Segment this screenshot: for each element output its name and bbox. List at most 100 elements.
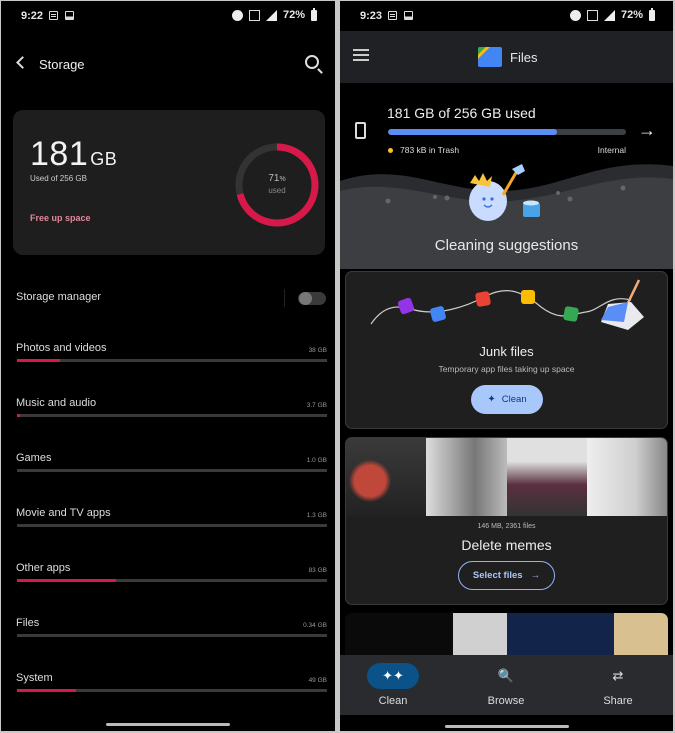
- phone-device-icon: [355, 122, 366, 139]
- meme-thumbnail[interactable]: [346, 438, 427, 516]
- hamburger-menu-icon[interactable]: [353, 49, 369, 51]
- category-size: 38 GB: [308, 347, 327, 354]
- storage-manager-label: Storage manager: [16, 291, 101, 303]
- select-files-button[interactable]: Select files →: [458, 561, 555, 590]
- mascot-body: [469, 181, 507, 221]
- category-label: Photos and videos: [16, 342, 107, 354]
- category-usage-bar: [17, 579, 327, 582]
- category-label: Other apps: [16, 562, 71, 574]
- junk-files-title: Junk files: [479, 344, 534, 359]
- ring-percent-sign: %: [279, 176, 286, 183]
- storage-category-row[interactable]: Photos and videos 38 GB: [1, 342, 335, 372]
- category-label: Music and audio: [16, 397, 97, 409]
- junk-illustration: [370, 279, 644, 330]
- category-size: 3.7 GB: [306, 402, 327, 409]
- note-file-icon: [521, 290, 535, 304]
- storage-settings-screen: 9:22 72% Storage 181 GB Used of 256 GB Fr…: [1, 1, 335, 731]
- category-size: 0.34 GB: [303, 622, 327, 629]
- category-usage-fill: [17, 689, 76, 692]
- signal-icon: [265, 9, 277, 21]
- back-arrow-icon[interactable]: [16, 56, 29, 69]
- files-app-bar: Files: [340, 31, 673, 83]
- category-usage-bar: [17, 469, 327, 472]
- delete-memes-title: Delete memes: [461, 537, 552, 553]
- storage-category-row[interactable]: Games 1.0 GB: [1, 452, 335, 482]
- image-file-icon: [475, 291, 491, 307]
- ring-used-label: used: [268, 186, 286, 195]
- storage-category-row[interactable]: Other apps 83 GB: [1, 562, 335, 592]
- trash-size: 783 kB in Trash: [400, 145, 460, 155]
- nav-clean-label: Clean: [378, 695, 408, 707]
- sparkle-icon: ✦✦: [367, 663, 419, 689]
- battery-icon: [649, 7, 655, 21]
- category-usage-bar: [17, 689, 327, 692]
- nav-browse[interactable]: 🔍 Browse: [456, 663, 556, 707]
- category-usage-fill: [17, 414, 21, 417]
- junk-files-description: Temporary app files taking up space: [438, 364, 575, 374]
- status-time: 9:23: [360, 10, 383, 22]
- battery-icon: [311, 7, 317, 21]
- meme-thumbnail[interactable]: [586, 438, 667, 516]
- storage-manager-toggle[interactable]: [298, 292, 326, 305]
- used-number: 181: [30, 135, 89, 173]
- folder-search-icon: 🔍: [497, 668, 515, 683]
- meme-thumbnails: [346, 438, 667, 516]
- meme-thumbnail[interactable]: [506, 438, 587, 516]
- storage-category-row[interactable]: Movie and TV apps 1.3 GB: [1, 507, 335, 537]
- storage-category-row[interactable]: System 49 GB: [1, 672, 335, 702]
- top-app-bar: Storage: [1, 46, 335, 86]
- nav-clean[interactable]: ✦✦ Clean: [343, 663, 443, 707]
- usage-progress-fill: [388, 129, 557, 135]
- nav-share-label: Share: [603, 695, 633, 707]
- category-usage-fill: [17, 579, 117, 582]
- volte-icon: [248, 9, 260, 21]
- message-notification-icon: [388, 11, 397, 20]
- select-files-label: Select files: [472, 570, 523, 581]
- message-notification-icon: [49, 11, 58, 20]
- storage-usage-summary[interactable]: 181 GB of 256 GB used 783 kB in Trash In…: [340, 83, 673, 173]
- green-file-icon: [563, 306, 579, 322]
- category-usage-bar: [17, 634, 327, 637]
- signal-icon: [603, 9, 615, 21]
- nav-share[interactable]: ⇄ Share: [568, 663, 668, 707]
- volte-icon: [586, 9, 598, 21]
- storage-category-row[interactable]: Music and audio 3.7 GB: [1, 397, 335, 427]
- category-label: Files: [16, 617, 40, 629]
- category-label: Movie and TV apps: [16, 507, 111, 519]
- alarm-icon: [231, 9, 243, 21]
- search-icon[interactable]: [305, 55, 319, 69]
- mascot-hair: [470, 173, 492, 187]
- purple-file-icon: [397, 297, 415, 315]
- dot: [433, 195, 437, 199]
- category-usage-bar: [17, 359, 327, 362]
- arrow-right-icon[interactable]: →: [638, 121, 656, 139]
- dot: [567, 196, 573, 202]
- storage-manager-row[interactable]: Storage manager: [1, 284, 335, 310]
- bucket-foam: [523, 200, 539, 206]
- home-indicator[interactable]: [106, 723, 230, 726]
- dot: [385, 198, 391, 204]
- nav-browse-label: Browse: [487, 695, 525, 707]
- page-title: Storage: [39, 57, 85, 72]
- free-up-space-link[interactable]: Free up space: [30, 213, 91, 223]
- used-unit: GB: [90, 149, 118, 169]
- memes-size-count: 146 MB, 2361 files: [477, 523, 536, 530]
- image-notification-icon: [65, 11, 74, 20]
- alarm-icon: [569, 9, 581, 21]
- meme-thumbnail[interactable]: [426, 438, 507, 516]
- clean-button[interactable]: ✦ Clean: [471, 385, 543, 414]
- home-indicator[interactable]: [444, 725, 569, 728]
- junk-files-card: Junk files Temporary app files taking up…: [345, 271, 668, 429]
- files-logo-icon: [478, 47, 502, 67]
- category-size: 49 GB: [308, 677, 327, 684]
- mascot-eye: [482, 197, 486, 201]
- storage-location: Internal: [597, 145, 626, 155]
- used-of-total: Used of 256 GB: [30, 174, 87, 183]
- status-time: 9:22: [21, 10, 44, 22]
- nav-bar-area: [340, 715, 673, 731]
- storage-summary-card: 181 GB Used of 256 GB Free up space 71% u…: [13, 110, 325, 255]
- sparkle-icon: ✦: [487, 394, 496, 405]
- dot: [444, 195, 450, 201]
- storage-category-row[interactable]: Files 0.34 GB: [1, 617, 335, 647]
- doc-file-icon: [430, 306, 446, 322]
